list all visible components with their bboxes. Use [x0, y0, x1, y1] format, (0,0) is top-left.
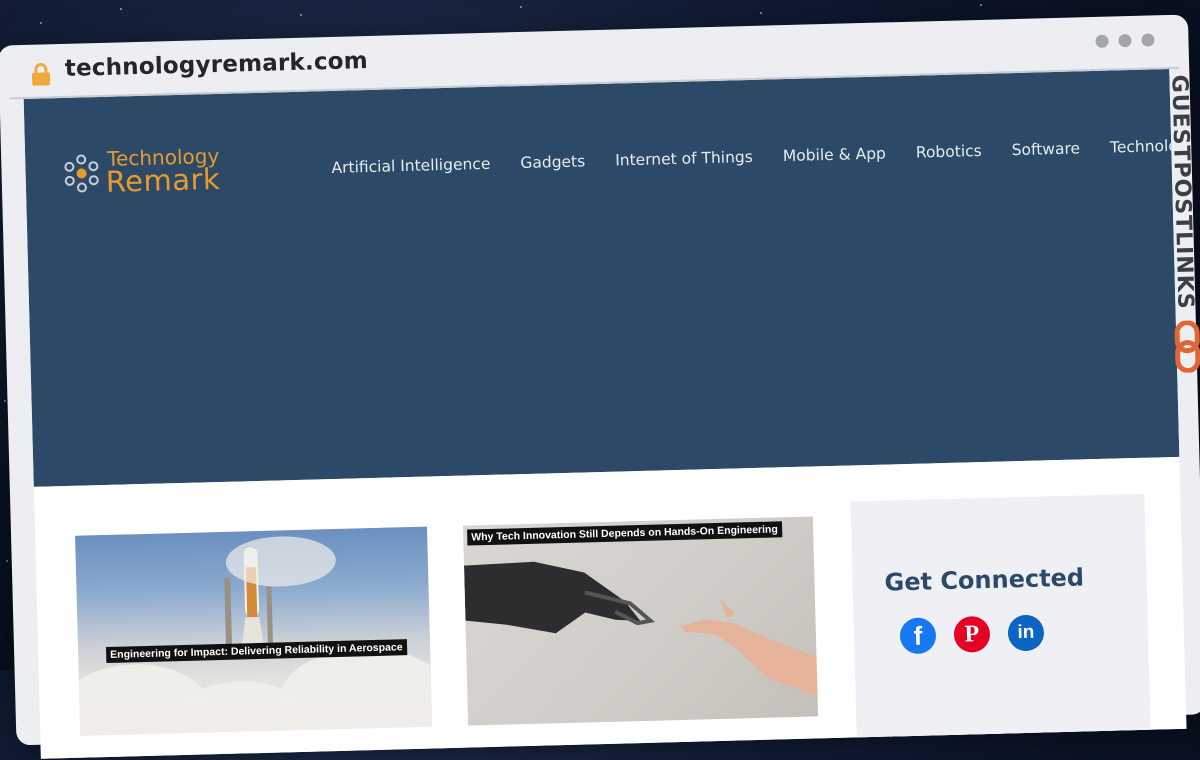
article-card-engineering[interactable]: Why Tech Innovation Still Depends on Han… [462, 516, 819, 726]
logo-mark-icon [64, 154, 99, 193]
nav-item-robotics[interactable]: Robotics [916, 142, 982, 162]
window-controls [1095, 33, 1155, 48]
nav-item-mobile-app[interactable]: Mobile & App [783, 144, 887, 165]
window-dot-icon[interactable] [1118, 33, 1132, 48]
pinterest-icon[interactable]: P [953, 615, 991, 653]
nav-item-internet-of-things[interactable]: Internet of Things [615, 148, 753, 170]
address-bar-url[interactable]: technologyremark.com [65, 48, 369, 82]
lock-icon [31, 63, 51, 86]
page-viewport: Technology Remark Artificial Intelligenc… [23, 69, 1187, 759]
watermark-text: GUESTPOSTLINKS [1166, 74, 1198, 311]
linkedin-icon[interactable]: in [1007, 614, 1045, 652]
article-card-aerospace[interactable]: Engineering for Impact: Delivering Relia… [75, 526, 433, 736]
window-dot-icon[interactable] [1095, 34, 1109, 48]
site-logo[interactable]: Technology Remark [61, 143, 252, 200]
chain-link-icon [1174, 320, 1200, 373]
sidebar-title: Get Connected [884, 563, 1085, 597]
window-dot-icon[interactable] [1141, 33, 1155, 47]
content-area: Engineering for Impact: Delivering Relia… [33, 456, 1187, 759]
nav-item-software[interactable]: Software [1011, 139, 1080, 159]
robot-human-hands-image [463, 561, 818, 697]
nav-item-gadgets[interactable]: Gadgets [520, 152, 585, 172]
site-header: Technology Remark Artificial Intelligenc… [23, 69, 1187, 487]
browser-window: technologyremark.com Technology Remark A… [0, 14, 1200, 759]
nav-item-artificial-intelligence[interactable]: Artificial Intelligence [331, 155, 490, 177]
main-nav: Artificial Intelligence Gadgets Internet… [331, 136, 1186, 177]
sidebar-widget: Get Connected f P in [850, 493, 1151, 742]
facebook-icon[interactable]: f [899, 617, 937, 655]
logo-text-bottom: Remark [105, 161, 221, 199]
